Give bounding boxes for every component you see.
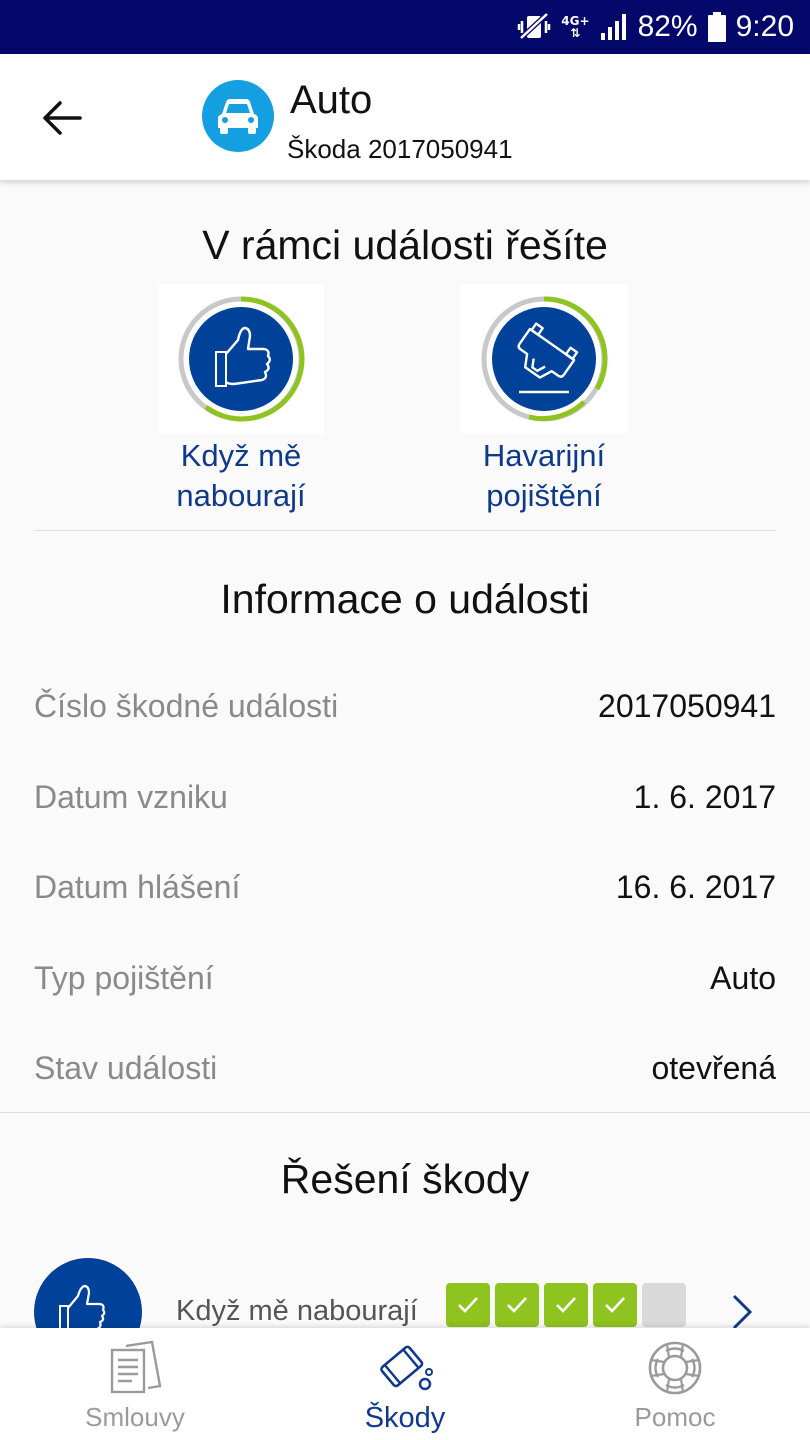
categories-title: V rámci události řešíte: [202, 222, 608, 268]
nav-label: Pomoc: [634, 1402, 716, 1432]
info-label: Datum hlášení: [34, 868, 241, 905]
progress-step-pending: [642, 1283, 686, 1327]
arrow-left-icon: [43, 101, 82, 135]
check-icon: [458, 1297, 478, 1313]
page-subtitle: Škoda 2017050941: [287, 134, 513, 164]
info-value: otevřená: [651, 1049, 776, 1086]
info-value: 1. 6. 2017: [633, 778, 776, 815]
app-header: Auto Škoda 2017050941: [0, 54, 810, 180]
bottom-nav: Smlouvy Škody Pomoc: [0, 1328, 810, 1440]
signal-icon: [600, 13, 628, 41]
battery-icon: [707, 12, 726, 42]
info-label: Typ pojištění: [34, 959, 214, 996]
nav-item-pomoc[interactable]: Pomoc: [540, 1328, 810, 1440]
divider: [34, 530, 776, 531]
damages-icon: [375, 1338, 435, 1398]
info-title: Informace o události: [220, 576, 590, 622]
info-value: 16. 6. 2017: [615, 868, 776, 905]
info-label: Číslo škodné události: [34, 687, 339, 724]
nav-label: Škody: [364, 1402, 446, 1434]
progress-step-done: [544, 1283, 588, 1327]
resolution-progress: [446, 1283, 686, 1327]
vibrate-mute-icon: [517, 12, 551, 42]
resolution-title: Řešení škody: [280, 1156, 530, 1202]
status-bar: 4G+ ⇅ 82% 9:20: [0, 0, 810, 54]
lifebuoy-icon: [645, 1338, 705, 1398]
info-row-status: Stav události otevřená: [34, 1043, 776, 1093]
divider: [0, 1112, 810, 1113]
check-icon: [507, 1297, 527, 1313]
check-icon: [556, 1297, 576, 1313]
progress-step-done: [495, 1283, 539, 1327]
resolution-label[interactable]: Když mě nabourají: [176, 1295, 418, 1328]
contracts-icon: [105, 1338, 165, 1398]
info-label: Datum vzniku: [34, 778, 228, 815]
check-icon: [605, 1297, 625, 1313]
category-label: Havarijní pojištění: [482, 438, 606, 513]
category-card-nabourani[interactable]: Když mě nabourají: [156, 284, 326, 516]
thumbs-up-icon: [178, 296, 305, 422]
nav-label: Smlouvy: [85, 1402, 185, 1432]
overturned-car-icon: [481, 296, 608, 422]
page-title: Auto: [290, 78, 373, 122]
nav-item-skody[interactable]: Škody: [270, 1328, 540, 1440]
network-type: 4G+ ⇅: [561, 14, 590, 40]
car-icon: [218, 99, 258, 134]
battery-percent: 82%: [637, 10, 698, 43]
category-label: Když mě nabourají: [176, 438, 306, 513]
info-row-claim-number: Číslo škodné události 2017050941: [34, 681, 776, 731]
info-label: Stav události: [34, 1049, 218, 1086]
category-icon-container: [461, 284, 627, 434]
clock: 9:20: [735, 10, 794, 43]
info-value: 2017050941: [598, 687, 776, 724]
nav-item-smlouvy[interactable]: Smlouvy: [0, 1328, 270, 1440]
info-row-date-reported: Datum hlášení 16. 6. 2017: [34, 862, 776, 912]
info-value: Auto: [710, 959, 776, 996]
category-card-havarijni[interactable]: Havarijní pojištění: [459, 284, 629, 516]
progress-step-done: [446, 1283, 490, 1327]
category-icon-container: [158, 284, 324, 434]
progress-step-done: [593, 1283, 637, 1327]
info-row-insurance-type: Typ pojištění Auto: [34, 953, 776, 1003]
info-row-date-occurred: Datum vzniku 1. 6. 2017: [34, 772, 776, 822]
product-avatar: [202, 80, 274, 152]
chevron-right-icon: [732, 1294, 753, 1330]
back-button[interactable]: [34, 90, 90, 146]
